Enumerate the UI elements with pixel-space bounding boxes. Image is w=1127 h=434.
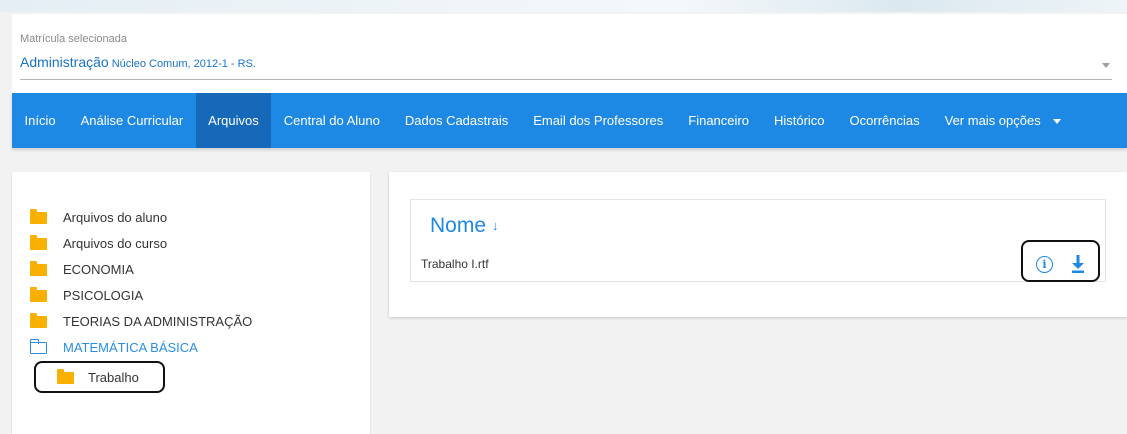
nav-item-inicio[interactable]: Início — [12, 93, 68, 148]
enrollment-card: Matrícula selecionada Administração Núcle… — [12, 14, 1127, 94]
folder-icon — [30, 235, 47, 250]
top-strip — [0, 0, 1127, 12]
folder-item[interactable]: Arquivos do aluno — [30, 204, 252, 230]
folder-label: TEORIAS DA ADMINISTRAÇÃO — [63, 313, 253, 329]
enrollment-course: Administração — [20, 54, 109, 70]
column-header-label: Nome — [430, 214, 487, 237]
folder-label: ECONOMIA — [63, 261, 134, 277]
nav-item-financeiro[interactable]: Financeiro — [676, 93, 762, 148]
nav-item-historico[interactable]: Histórico — [761, 93, 837, 148]
download-icon[interactable] — [1071, 254, 1085, 274]
folder-icon — [30, 287, 47, 302]
caret-down-icon — [1052, 119, 1061, 124]
enrollment-select[interactable]: Administração Núcleo Comum, 2012-1 - RS. — [20, 54, 1112, 80]
folder-icon — [30, 209, 47, 224]
file-actions: i — [1021, 240, 1100, 282]
nav-more-label: Ver mais opções — [944, 113, 1041, 128]
folder-item[interactable]: TEORIAS DA ADMINISTRAÇÃO — [30, 308, 252, 334]
folder-label: Arquivos do aluno — [63, 209, 168, 225]
folder-icon — [30, 313, 47, 328]
sort-arrow-icon: ↓ — [492, 218, 499, 233]
folder-open-icon — [29, 338, 47, 354]
nav-item-dados-cadastrais[interactable]: Dados Cadastrais — [392, 93, 520, 148]
nav-item-analise-curricular[interactable]: Análise Curricular — [68, 93, 196, 148]
chevron-down-icon — [1102, 63, 1110, 68]
main-navbar: Início Análise Curricular Arquivos Centr… — [12, 93, 1127, 148]
nav-item-arquivos[interactable]: Arquivos — [195, 93, 272, 148]
subfolder-label: Trabalho — [88, 369, 139, 385]
folder-item[interactable]: PSICOLOGIA — [30, 282, 252, 308]
file-name: Trabalho I.rtf — [421, 257, 489, 271]
folder-item-selected[interactable]: MATEMÁTICA BÁSICA — [29, 334, 252, 360]
folder-label: MATEMÁTICA BÁSICA — [63, 339, 198, 355]
nav-item-email-dos-professores[interactable]: Email dos Professores — [521, 93, 676, 148]
folder-label: PSICOLOGIA — [63, 287, 144, 303]
files-panel: Nome ↓ Trabalho I.rtf i — [389, 172, 1127, 317]
enrollment-label: Matrícula selecionada — [20, 33, 128, 45]
folder-list: Arquivos do aluno Arquivos do curso ECON… — [29, 204, 252, 360]
enrollment-details: Núcleo Comum, 2012-1 - RS. — [111, 58, 256, 70]
info-icon[interactable]: i — [1036, 256, 1053, 273]
nav-more-options[interactable]: Ver mais opções — [932, 93, 1073, 148]
folder-tree-panel: Arquivos do aluno Arquivos do curso ECON… — [12, 172, 370, 434]
nav-item-central-do-aluno[interactable]: Central do Aluno — [271, 93, 392, 148]
subfolder-item[interactable]: Trabalho — [34, 361, 165, 393]
folder-label: Arquivos do curso — [63, 235, 168, 251]
name-column-header[interactable]: Nome ↓ — [430, 214, 499, 238]
folder-item[interactable]: Arquivos do curso — [30, 230, 252, 256]
folder-icon — [57, 369, 74, 384]
folder-icon — [30, 261, 47, 276]
folder-item[interactable]: ECONOMIA — [30, 256, 252, 282]
files-table: Nome ↓ Trabalho I.rtf i — [410, 199, 1106, 282]
nav-item-ocorrencias[interactable]: Ocorrências — [837, 93, 932, 148]
